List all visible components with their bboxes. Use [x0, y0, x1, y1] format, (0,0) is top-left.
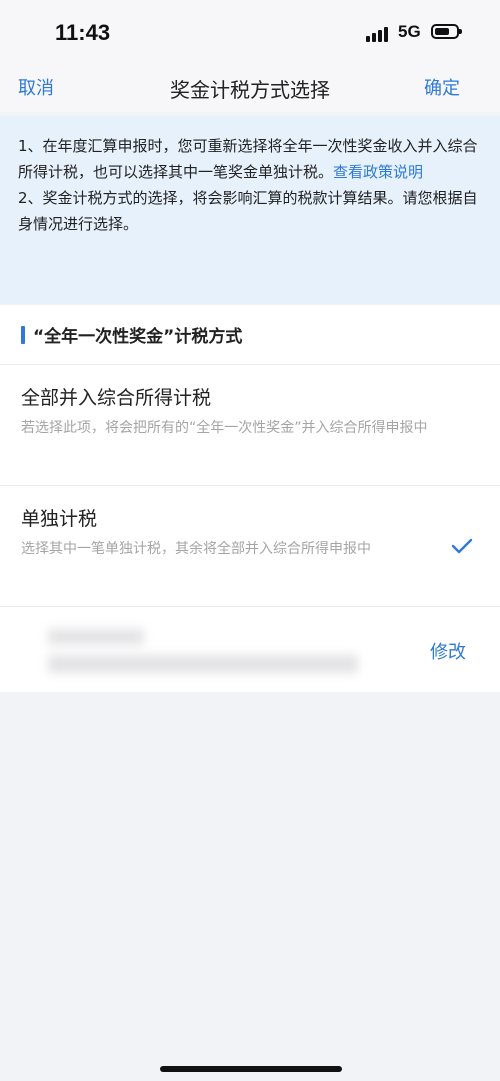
nav-bar: 取消 奖金计税方式选择 确定 [0, 64, 500, 112]
status-bar: 11:43 5G [0, 0, 500, 64]
option-combined-tax[interactable]: 全部并入综合所得计税 若选择此项，将会把所有的“全年一次性奖金”并入综合所得申报… [0, 365, 500, 486]
home-indicator [160, 1066, 342, 1072]
network-type: 5G [398, 22, 421, 41]
checkmark-icon [451, 538, 473, 554]
battery-icon [431, 24, 462, 39]
option-separate-tax[interactable]: 单独计税 选择其中一笔单独计税，其余将全部并入综合所得申报中 [0, 486, 500, 607]
option-description: 选择其中一笔单独计税，其余将全部并入综合所得申报中 [21, 541, 371, 557]
signal-bars-icon [366, 26, 390, 42]
bonus-info-row [0, 607, 500, 692]
policy-link[interactable]: 查看政策说明 [333, 163, 423, 181]
notice-box: 1、在年度汇算申报时，您可重新选择将全年一次性奖金收入并入综合所得计税，也可以选… [0, 116, 500, 304]
confirm-button[interactable]: 确定 [424, 74, 460, 100]
tax-method-panel: “全年一次性奖金”计税方式 全部并入综合所得计税 若选择此项，将会把所有的“全年… [0, 305, 500, 692]
section-accent-bar [21, 326, 25, 344]
notice-line-2: 2、奖金计税方式的选择，将会影响汇算的税款计算结果。请您根据自身情况进行选择。 [18, 189, 478, 233]
option-title: 单独计税 [21, 508, 98, 530]
status-time: 11:43 [55, 20, 111, 45]
section-title: “全年一次性奖金”计税方式 [33, 327, 243, 347]
section-header: “全年一次性奖金”计税方式 [0, 305, 500, 365]
option-description: 若选择此项，将会把所有的“全年一次性奖金”并入综合所得申报中 [21, 420, 428, 436]
option-title: 全部并入综合所得计税 [21, 387, 212, 409]
redacted-text [48, 655, 358, 673]
edit-button[interactable]: 修改 [430, 638, 466, 664]
redacted-text [48, 629, 144, 645]
